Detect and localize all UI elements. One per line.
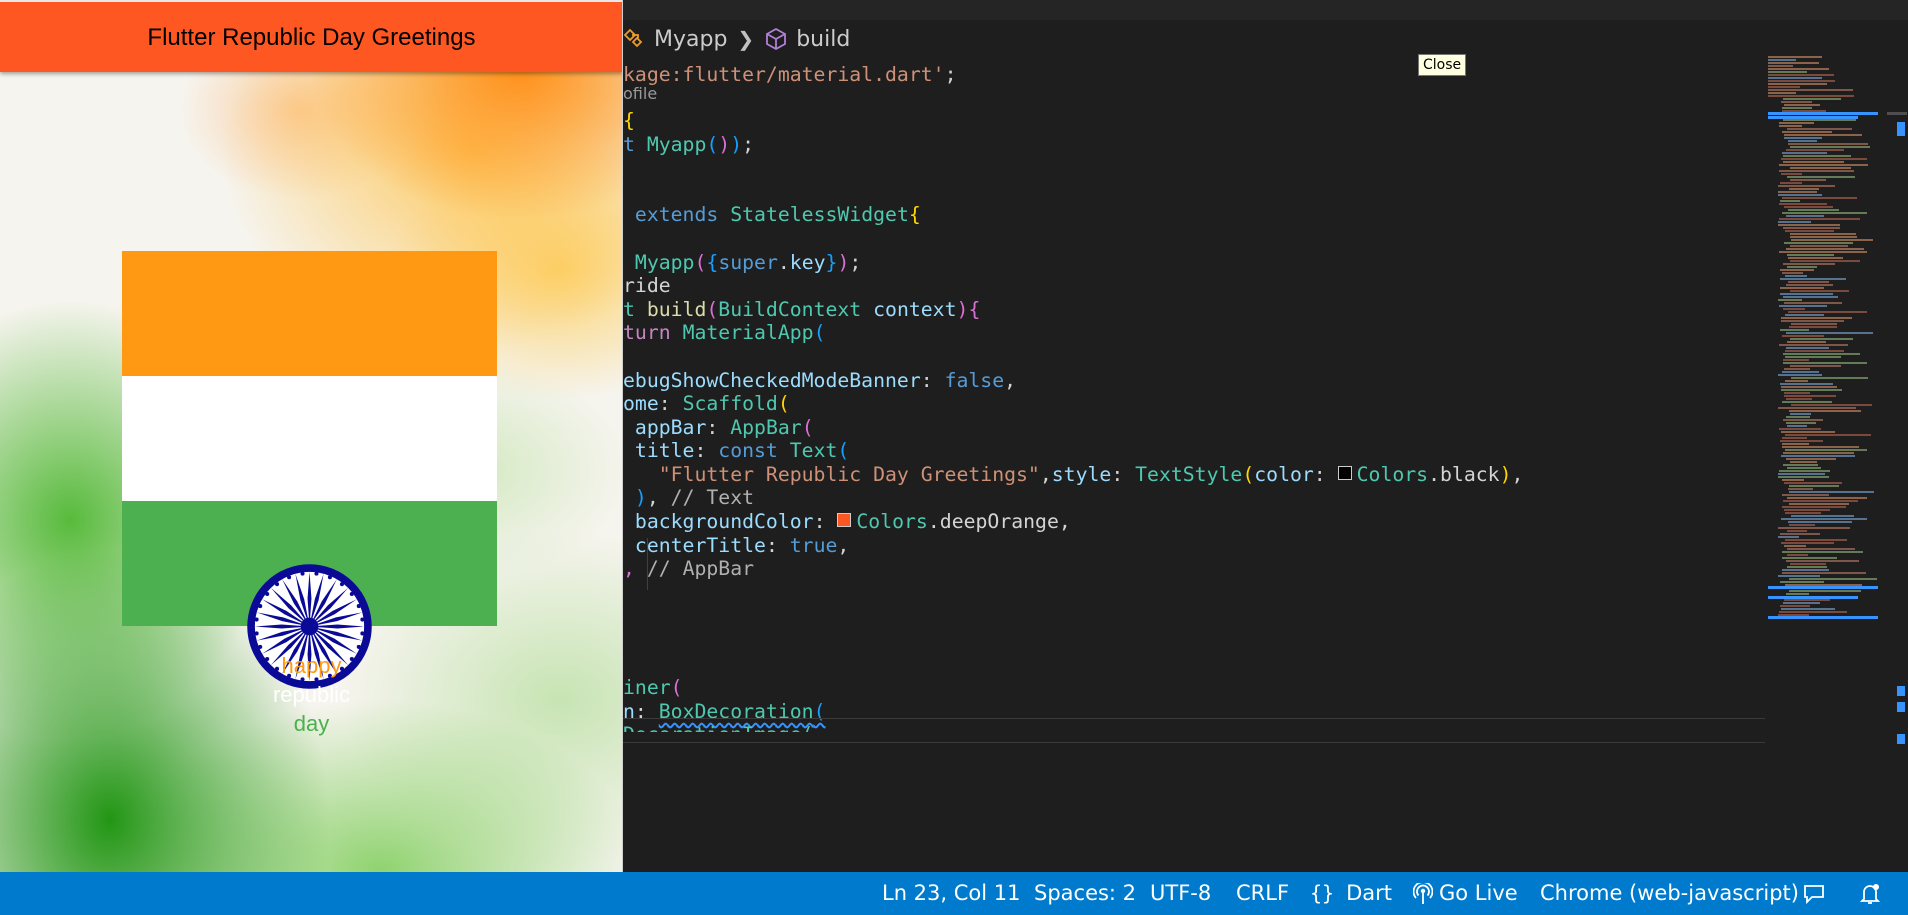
- greeting-line-happy: happy: [281, 653, 342, 678]
- eol-setting[interactable]: CRLF: [1236, 872, 1289, 915]
- breadcrumb-label: build: [796, 26, 851, 52]
- flag-saffron-band: [122, 251, 497, 376]
- code-line: extends StatelessWidget{: [634, 203, 921, 226]
- flutter-app-preview[interactable]: happy republic day Flutter Republic Day …: [0, 0, 623, 915]
- code-line: DecorationImage(: [623, 720, 814, 732]
- code-line: , // AppBar: [623, 557, 755, 580]
- greeting-line-day: day: [293, 711, 330, 736]
- go-live-button[interactable]: Go Live: [1413, 872, 1518, 915]
- scrollbar[interactable]: [1885, 56, 1908, 872]
- target-device[interactable]: Chrome (web-javascript): [1540, 872, 1799, 915]
- braces-icon: {}: [1310, 881, 1335, 905]
- breadcrumb-item-class[interactable]: Myapp: [622, 27, 727, 52]
- indent-guide: [647, 538, 648, 590]
- sticky-scroll-divider: [623, 718, 1765, 719]
- language-mode[interactable]: {} Dart: [1310, 872, 1392, 915]
- close-tooltip: Close: [1418, 54, 1467, 76]
- india-flag: [122, 251, 497, 689]
- status-bar: Ln 23, Col 11 Spaces: 2 UTF-8 CRLF {} Da…: [0, 872, 1908, 915]
- breadcrumb: Myapp ❯ build: [622, 22, 850, 56]
- app-bar-title: Flutter Republic Day Greetings: [147, 24, 476, 51]
- code-line: t Myapp());: [623, 133, 755, 156]
- class-icon: [623, 28, 643, 48]
- breadcrumb-item-method[interactable]: build: [764, 27, 850, 52]
- notifications-bell-icon[interactable]: [1858, 872, 1882, 915]
- flag-white-band: [122, 376, 497, 501]
- minimap[interactable]: [1768, 56, 1888, 756]
- greeting-line-republic: republic: [272, 682, 351, 707]
- feedback-icon[interactable]: [1802, 872, 1826, 915]
- encoding-setting[interactable]: UTF-8: [1150, 872, 1211, 915]
- sticky-scroll-divider: [623, 742, 1765, 743]
- cursor-position[interactable]: Ln 23, Col 11: [882, 872, 1021, 915]
- chevron-right-icon: ❯: [737, 27, 755, 51]
- indentation-setting[interactable]: Spaces: 2: [1034, 872, 1136, 915]
- color-swatch-deeporange[interactable]: [837, 513, 852, 527]
- color-swatch-black[interactable]: [1337, 466, 1352, 480]
- app-bar: Flutter Republic Day Greetings: [0, 0, 622, 72]
- code-line: "Flutter Republic Day Greetings",style: …: [658, 463, 1524, 486]
- code-line: kage:flutter/material.dart';: [623, 63, 957, 86]
- code-line: turn MaterialApp(: [623, 321, 826, 344]
- codelens[interactable]: ofile: [623, 84, 657, 104]
- broadcast-icon: [1413, 882, 1433, 904]
- breadcrumb-label: Myapp: [654, 26, 728, 52]
- cube-method-icon: [766, 27, 787, 51]
